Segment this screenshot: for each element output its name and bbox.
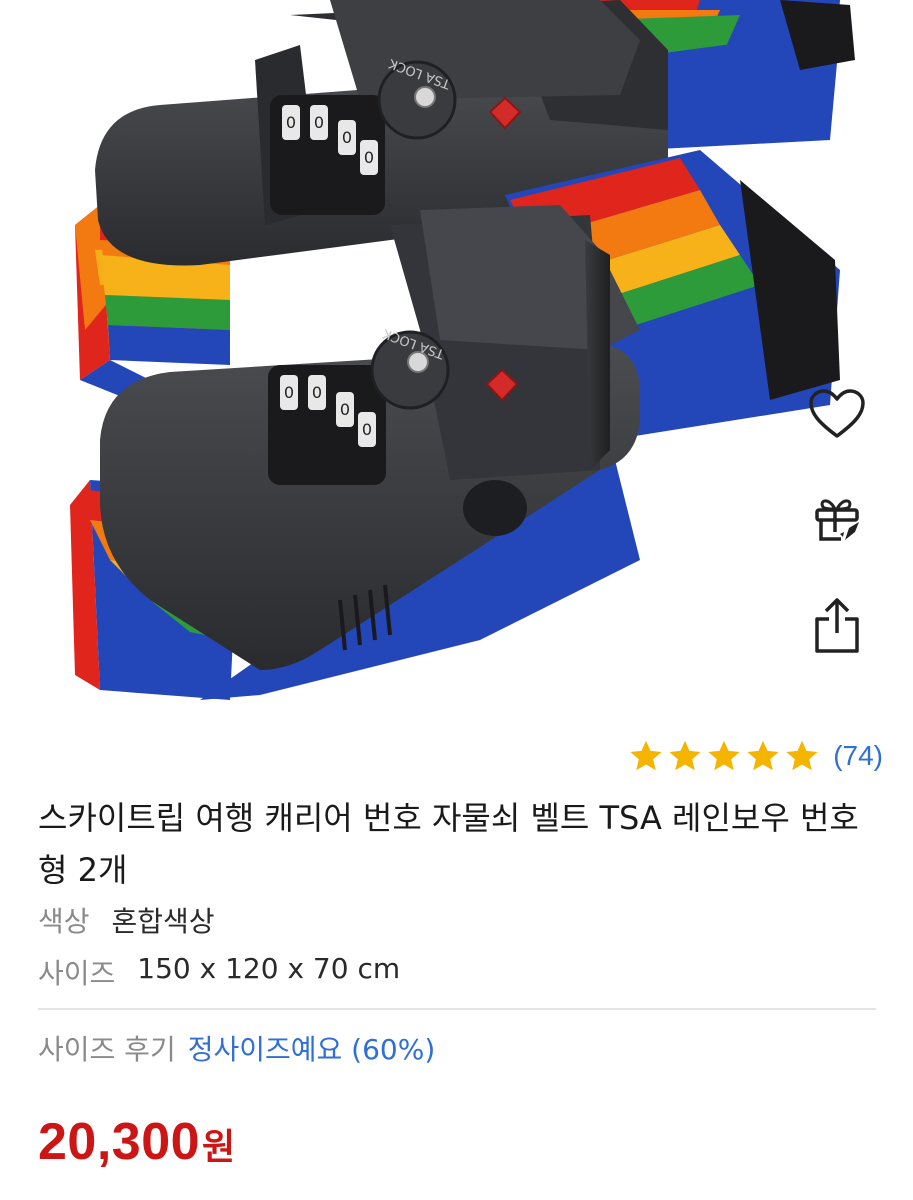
star-icon [630,740,662,771]
option-label: 색상 [38,905,90,938]
product-image[interactable]: 0 0 0 0 TSA LOCK 0 0 0 0 TSA LOCK [0,0,913,700]
star-icon [708,740,740,771]
price: 20,300 원 [38,1112,235,1172]
svg-text:0: 0 [284,383,294,402]
like-button[interactable] [805,382,869,446]
svg-text:0: 0 [286,113,296,132]
svg-text:0: 0 [314,113,324,132]
share-icon [815,598,859,653]
price-unit: 원 [202,1126,236,1167]
heart-icon [809,389,865,438]
option-value: 혼합색상 [111,905,215,938]
star-icon [669,740,701,771]
gift-button[interactable] [805,486,869,550]
svg-text:0: 0 [362,420,372,439]
option-label: 사이즈 [38,957,116,990]
gift-icon [815,499,859,541]
size-review-value[interactable]: 정사이즈예요 (60%) [188,1028,436,1068]
combination-dials-back: 0 0 0 0 [270,95,385,215]
option-value: 150 x 120 x 70 cm [137,952,401,985]
size-review-label: 사이즈 후기 [38,1033,176,1066]
size-review[interactable]: 사이즈 후기 정사이즈예요 (60%) [38,1028,435,1068]
share-button[interactable] [805,594,869,658]
option-color: 색상 혼합색상 [38,900,215,940]
rating[interactable]: (74) [628,734,883,778]
svg-text:0: 0 [312,383,322,402]
star-icon [786,740,818,771]
combination-dials-front: 0 0 0 0 [268,365,386,485]
star-icon [747,740,779,771]
svg-text:0: 0 [364,148,374,167]
svg-text:0: 0 [340,400,350,419]
divider [38,1008,876,1010]
product-title: 스카이트립 여행 캐리어 번호 자물쇠 벨트 TSA 레인보우 번호형 2개 [38,799,859,889]
option-size: 사이즈 150 x 120 x 70 cm [38,952,400,992]
luggage-strap-photo: 0 0 0 0 TSA LOCK 0 0 0 0 TSA LOCK [70,0,855,700]
review-count[interactable]: (74) [833,740,883,772]
price-amount: 20,300 [38,1113,201,1171]
svg-text:0: 0 [342,128,352,147]
